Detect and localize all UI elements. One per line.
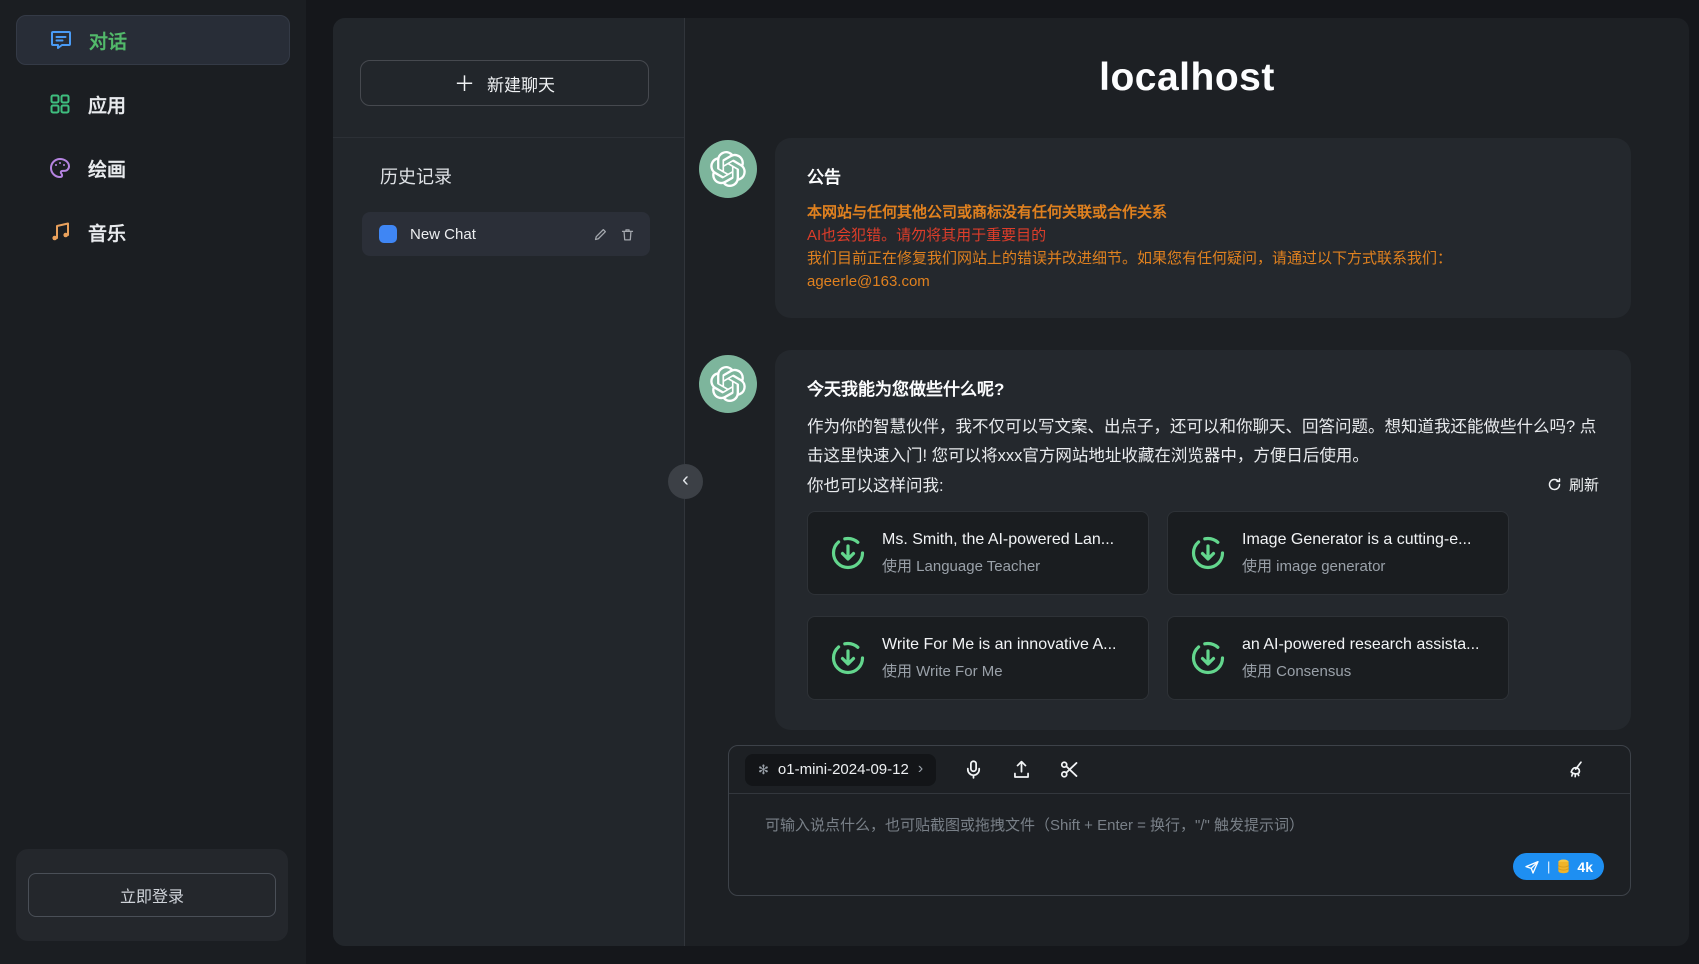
badge-divider: |	[1547, 859, 1550, 874]
chat-list-panel: ＋ 新建聊天 历史记录 New Chat	[333, 18, 685, 946]
openai-logo-icon	[710, 151, 746, 187]
assistant-avatar	[699, 355, 757, 413]
download-circle-icon	[829, 639, 867, 677]
announcement-line: AI也会犯错。请勿将其用于重要目的	[807, 224, 1599, 247]
model-selector[interactable]: ✻ o1-mini-2024-09-12 ›	[745, 754, 936, 786]
suggestion-grid: Ms. Smith, the AI-powered Lan... 使用 Lang…	[807, 511, 1509, 700]
composer: ✻ o1-mini-2024-09-12 ›	[728, 745, 1631, 896]
suggestion-title: Image Generator is a cutting-e...	[1242, 531, 1471, 549]
scissors-icon[interactable]	[1059, 759, 1080, 780]
sidebar-item-label: 对话	[89, 27, 127, 54]
music-note-icon	[48, 220, 72, 244]
apps-grid-icon	[48, 92, 72, 116]
suggestion-title: Write For Me is an innovative A...	[882, 636, 1116, 654]
suggestion-title: Ms. Smith, the AI-powered Lan...	[882, 531, 1114, 549]
palette-icon	[48, 156, 72, 180]
edit-pencil-icon[interactable]	[593, 227, 608, 242]
broom-clear-icon[interactable]	[1564, 759, 1586, 781]
main-container: ＋ 新建聊天 历史记录 New Chat ‹	[333, 18, 1689, 946]
download-circle-icon	[1189, 639, 1227, 677]
sidebar-item-apps[interactable]: 应用	[16, 79, 290, 129]
announcement-email[interactable]: ageerle@163.com	[807, 270, 1599, 293]
chat-color-swatch-icon	[379, 225, 397, 243]
suggestion-card[interactable]: Ms. Smith, the AI-powered Lan... 使用 Lang…	[807, 511, 1149, 595]
message-input[interactable]	[753, 804, 1608, 864]
suggestion-subtitle: 使用 Language Teacher	[882, 555, 1114, 576]
announcement-line: 本网站与任何其他公司或商标没有任何关联或合作关系	[807, 201, 1599, 224]
announcement-line: 我们目前正在修复我们网站上的错误并改进细节。如果您有任何疑问，请通过以下方式联系…	[807, 247, 1599, 270]
chevron-right-icon: ›	[918, 760, 923, 778]
chat-bubble-icon	[49, 28, 73, 52]
sidebar-item-label: 绘画	[88, 155, 126, 182]
announcement-title: 公告	[807, 163, 1599, 188]
upload-icon[interactable]	[1011, 759, 1032, 780]
sidebar-item-chat[interactable]: 对话	[16, 15, 290, 65]
new-chat-label: 新建聊天	[487, 71, 555, 96]
microphone-icon[interactable]	[963, 759, 984, 780]
login-card: 立即登录	[16, 849, 288, 941]
refresh-button[interactable]: 刷新	[1547, 474, 1599, 495]
refresh-label: 刷新	[1569, 474, 1599, 495]
plus-icon: ＋	[454, 68, 475, 98]
delete-trash-icon[interactable]	[620, 227, 635, 242]
suggestion-subtitle: 使用 image generator	[1242, 555, 1471, 576]
download-circle-icon	[1189, 534, 1227, 572]
download-circle-icon	[829, 534, 867, 572]
suggestion-card[interactable]: an AI-powered research assista... 使用 Con…	[1167, 616, 1509, 700]
suggestion-card[interactable]: Image Generator is a cutting-e... 使用 ima…	[1167, 511, 1509, 595]
chat-item-title: New Chat	[410, 226, 593, 243]
sidebar: 对话 应用 绘画 音乐	[0, 0, 306, 964]
token-count: 4k	[1577, 859, 1593, 875]
announcement-message: 公告 本网站与任何其他公司或商标没有任何关联或合作关系 AI也会犯错。请勿将其用…	[775, 138, 1631, 318]
coins-icon	[1557, 859, 1570, 874]
suggestion-subtitle: 使用 Write For Me	[882, 660, 1116, 681]
send-plane-icon	[1524, 859, 1540, 875]
new-chat-button[interactable]: ＋ 新建聊天	[360, 60, 649, 106]
sidebar-item-label: 音乐	[88, 219, 126, 246]
suggestion-title: an AI-powered research assista...	[1242, 636, 1479, 654]
collapse-panel-button[interactable]: ‹	[668, 464, 703, 499]
chevron-left-icon: ‹	[682, 469, 689, 492]
suggestion-subtitle: 使用 Consensus	[1242, 660, 1479, 681]
divider	[333, 137, 684, 138]
composer-toolbar: ✻ o1-mini-2024-09-12 ›	[729, 746, 1630, 794]
login-button[interactable]: 立即登录	[28, 873, 276, 917]
page-title: localhost	[685, 56, 1689, 100]
greeting-title: 今天我能为您做些什么呢?	[807, 375, 1599, 400]
token-badge[interactable]: | 4k	[1513, 853, 1604, 880]
chat-history-item[interactable]: New Chat	[362, 212, 650, 256]
ask-label: 你也可以这样问我:	[807, 472, 944, 496]
refresh-icon	[1547, 477, 1562, 492]
sidebar-item-drawing[interactable]: 绘画	[16, 143, 290, 193]
greeting-message: 今天我能为您做些什么呢? 作为你的智慧伙伴，我不仅可以写文案、出点子，还可以和你…	[775, 350, 1631, 730]
sidebar-item-label: 应用	[88, 91, 126, 118]
sparkle-icon: ✻	[758, 762, 769, 778]
openai-logo-icon	[710, 366, 746, 402]
model-name: o1-mini-2024-09-12	[778, 761, 909, 778]
history-title: 历史记录	[380, 163, 452, 189]
suggestion-card[interactable]: Write For Me is an innovative A... 使用 Wr…	[807, 616, 1149, 700]
sidebar-item-music[interactable]: 音乐	[16, 207, 290, 257]
greeting-body: 作为你的智慧伙伴，我不仅可以写文案、出点子，还可以和你聊天、回答问题。想知道我还…	[807, 413, 1599, 471]
assistant-avatar	[699, 140, 757, 198]
